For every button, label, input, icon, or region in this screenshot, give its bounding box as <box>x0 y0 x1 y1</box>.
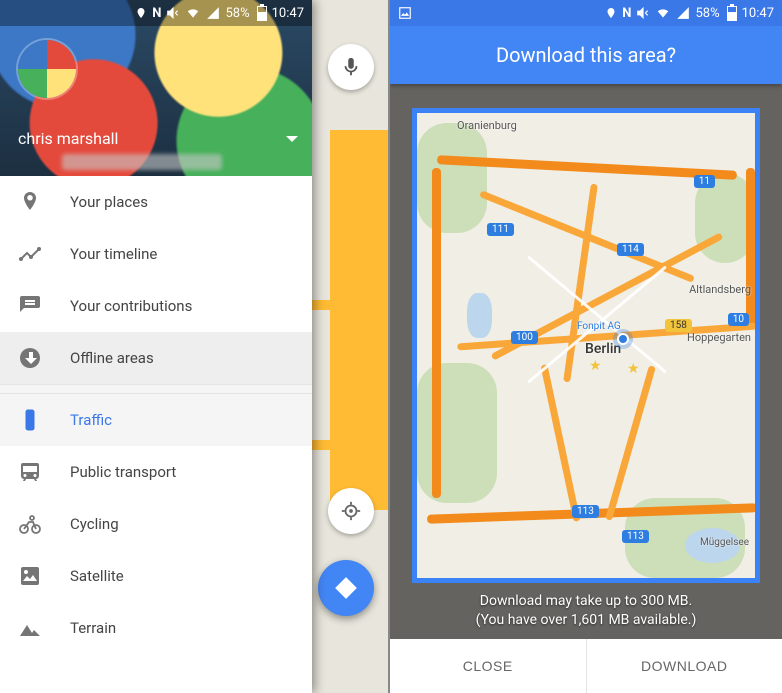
map-label-hoppegarten: Hoppegarten <box>687 331 751 344</box>
screenshot-icon <box>398 6 412 20</box>
blurred-email <box>62 154 222 170</box>
star-icon: ★ <box>627 361 640 377</box>
wifi-icon <box>185 6 201 20</box>
nfc-icon: N <box>622 6 631 21</box>
timeline-icon <box>18 242 42 266</box>
battery-icon <box>727 6 737 21</box>
directions-fab[interactable] <box>318 560 374 616</box>
menu-label: Terrain <box>70 619 116 637</box>
drawer-menu: Your places Your timeline Your contribut… <box>0 176 312 693</box>
navigation-drawer: N 58% 10:47 chris marshall Your places <box>0 0 312 693</box>
download-area-selection[interactable]: Oranienburg Altlandsberg Hoppegarten Müg… <box>412 108 760 583</box>
terrain-icon <box>18 616 42 640</box>
my-location-button[interactable] <box>328 488 374 534</box>
avatar[interactable] <box>18 40 76 98</box>
menu-cycling[interactable]: Cycling <box>0 498 312 550</box>
traffic-icon <box>18 408 42 432</box>
download-button[interactable]: DOWNLOAD <box>587 639 782 693</box>
chevron-down-icon <box>286 136 298 142</box>
menu-terrain[interactable]: Terrain <box>0 602 312 654</box>
road-shield: 158 <box>665 319 692 332</box>
transit-icon <box>18 460 42 484</box>
account-switcher[interactable]: chris marshall <box>18 129 298 148</box>
drawer-header: N 58% 10:47 chris marshall <box>0 0 312 176</box>
status-bar: N 58% 10:47 <box>0 0 312 26</box>
user-name: chris marshall <box>18 129 118 148</box>
battery-percent: 58% <box>695 6 719 21</box>
road-shield: 113 <box>622 530 649 543</box>
map-preview: Oranienburg Altlandsberg Hoppegarten Müg… <box>417 113 755 578</box>
phone-right-screen: N 58% 10:47 Download this area? <box>390 0 782 693</box>
current-location-dot <box>617 333 629 345</box>
phone-left-screen: N 58% 10:47 chris marshall Your places <box>0 0 390 693</box>
map-label-berlin: Berlin <box>585 341 621 357</box>
menu-label: Your timeline <box>70 245 157 263</box>
menu-label: Your contributions <box>70 297 192 315</box>
road-shield: 10 <box>728 313 749 326</box>
menu-divider <box>0 384 312 394</box>
nfc-icon: N <box>152 6 161 21</box>
menu-label: Public transport <box>70 463 176 481</box>
road-shield: 100 <box>511 331 538 344</box>
pin-icon <box>18 190 42 214</box>
menu-label: Offline areas <box>70 349 154 367</box>
menu-satellite[interactable]: Satellite <box>0 550 312 602</box>
road-shield: 11 <box>694 175 715 188</box>
map-poi-label: Fonpit AG <box>577 321 621 332</box>
status-bar: N 58% 10:47 <box>390 0 782 26</box>
map-label-oranienburg: Oranienburg <box>457 119 517 132</box>
clock: 10:47 <box>272 6 304 21</box>
contributions-icon <box>18 294 42 318</box>
road-shield: 111 <box>487 223 514 236</box>
mute-icon <box>636 6 650 20</box>
app-bar: Download this area? <box>390 26 782 84</box>
road-shield: 113 <box>572 505 599 518</box>
dialog-actions: CLOSE DOWNLOAD <box>390 639 782 693</box>
battery-percent: 58% <box>225 6 249 21</box>
menu-label: Cycling <box>70 515 119 533</box>
app-bar-title: Download this area? <box>496 43 676 67</box>
menu-label: Your places <box>70 193 148 211</box>
battery-icon <box>257 6 267 21</box>
download-info-text: Download may take up to 300 MB. (You hav… <box>390 592 782 631</box>
menu-public-transport[interactable]: Public transport <box>0 446 312 498</box>
location-icon <box>135 6 147 20</box>
menu-your-places[interactable]: Your places <box>0 176 312 228</box>
satellite-icon <box>18 564 42 588</box>
star-icon: ★ <box>589 358 602 374</box>
clock: 10:47 <box>742 6 774 21</box>
available-space-line: (You have over 1,601 MB available.) <box>390 611 782 631</box>
wifi-icon <box>655 6 671 20</box>
location-icon <box>605 6 617 20</box>
download-size-line: Download may take up to 300 MB. <box>390 592 782 612</box>
map-label-muggelsee: Müggelsee <box>700 537 749 548</box>
road-shield: 114 <box>617 243 644 256</box>
menu-traffic[interactable]: Traffic <box>0 394 312 446</box>
menu-label: Traffic <box>70 411 112 429</box>
signal-icon <box>206 6 220 20</box>
menu-offline-areas[interactable]: Offline areas <box>0 332 312 384</box>
map-label-altlandsberg: Altlandsberg <box>689 283 751 296</box>
menu-your-contributions[interactable]: Your contributions <box>0 280 312 332</box>
menu-your-timeline[interactable]: Your timeline <box>0 228 312 280</box>
menu-label: Satellite <box>70 567 124 585</box>
voice-search-button[interactable] <box>328 44 374 90</box>
close-button[interactable]: CLOSE <box>390 639 586 693</box>
signal-icon <box>676 6 690 20</box>
mute-icon <box>166 6 180 20</box>
offline-icon <box>18 346 42 370</box>
cycling-icon <box>18 512 42 536</box>
